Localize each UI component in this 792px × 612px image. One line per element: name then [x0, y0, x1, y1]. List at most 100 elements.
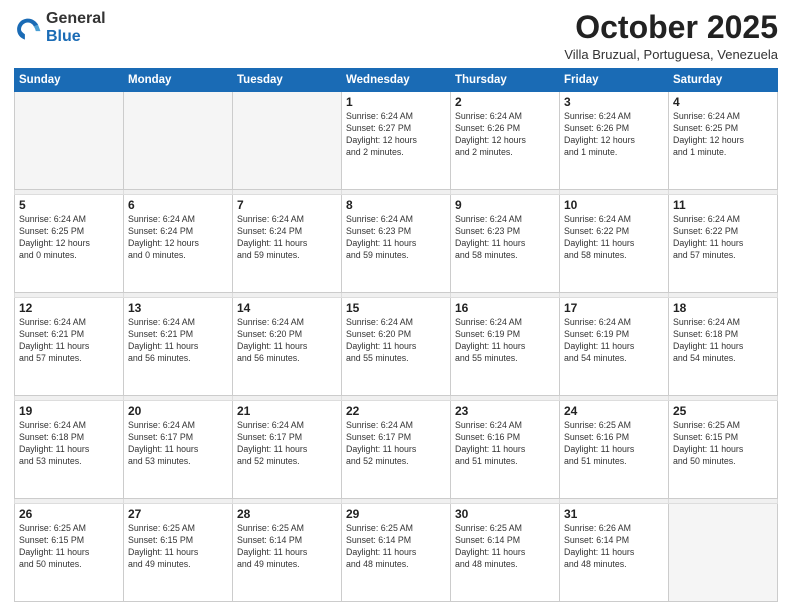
day-number: 19	[19, 404, 119, 418]
calendar-week-row: 12Sunrise: 6:24 AM Sunset: 6:21 PM Dayli…	[15, 298, 778, 396]
calendar-day-cell: 3 Sunrise: 6:24 AM Sunset: 6:26 PM Daylig…	[560, 92, 669, 190]
day-number: 7	[237, 198, 337, 212]
logo-icon	[14, 14, 42, 42]
day-info: Sunrise: 6:24 AM Sunset: 6:17 PM Dayligh…	[346, 420, 446, 468]
day-number: 4	[673, 95, 773, 109]
calendar-day-cell: 27 Sunrise: 6:25 AM Sunset: 6:15 PM Dayli…	[124, 503, 233, 601]
day-number: 14	[237, 301, 337, 315]
day-info: Sunrise: 6:26 AM Sunset: 6:14 PM Dayligh…	[564, 523, 664, 571]
header-friday: Friday	[560, 69, 669, 92]
day-number: 21	[237, 404, 337, 418]
calendar-day-cell	[669, 503, 778, 601]
calendar-day-cell: 15 Sunrise: 6:24 AM Sunset: 6:20 PM Dayli…	[342, 298, 451, 396]
day-info: Sunrise: 6:25 AM Sunset: 6:15 PM Dayligh…	[673, 420, 773, 468]
day-number: 16	[455, 301, 555, 315]
calendar-day-cell: 5Sunrise: 6:24 AM Sunset: 6:25 PM Daylig…	[15, 195, 124, 293]
logo-text: General Blue	[46, 10, 106, 45]
day-number: 1	[346, 95, 446, 109]
day-number: 8	[346, 198, 446, 212]
header-right: October 2025 Villa Bruzual, Portuguesa, …	[564, 10, 778, 62]
day-info: Sunrise: 6:24 AM Sunset: 6:23 PM Dayligh…	[346, 214, 446, 262]
header: General Blue October 2025 Villa Bruzual,…	[14, 10, 778, 62]
calendar-day-cell: 26Sunrise: 6:25 AM Sunset: 6:15 PM Dayli…	[15, 503, 124, 601]
calendar-day-cell: 13Sunrise: 6:24 AM Sunset: 6:21 PM Dayli…	[124, 298, 233, 396]
day-info: Sunrise: 6:24 AM Sunset: 6:19 PM Dayligh…	[564, 317, 664, 365]
month-title: October 2025	[564, 10, 778, 45]
calendar-day-cell: 18 Sunrise: 6:24 AM Sunset: 6:18 PM Dayli…	[669, 298, 778, 396]
calendar-day-cell: 24Sunrise: 6:25 AM Sunset: 6:16 PM Dayli…	[560, 400, 669, 498]
day-number: 28	[237, 507, 337, 521]
day-info: Sunrise: 6:24 AM Sunset: 6:23 PM Dayligh…	[455, 214, 555, 262]
calendar-day-cell: 11 Sunrise: 6:24 AM Sunset: 6:22 PM Dayli…	[669, 195, 778, 293]
day-info: Sunrise: 6:24 AM Sunset: 6:16 PM Dayligh…	[455, 420, 555, 468]
calendar-day-cell: 16 Sunrise: 6:24 AM Sunset: 6:19 PM Dayli…	[451, 298, 560, 396]
calendar-day-cell: 19 Sunrise: 6:24 AM Sunset: 6:18 PM Dayli…	[15, 400, 124, 498]
calendar-day-cell: 4 Sunrise: 6:24 AM Sunset: 6:25 PM Daylig…	[669, 92, 778, 190]
day-number: 30	[455, 507, 555, 521]
logo: General Blue	[14, 10, 106, 45]
day-number: 24	[564, 404, 664, 418]
day-info: Sunrise: 6:24 AM Sunset: 6:18 PM Dayligh…	[673, 317, 773, 365]
day-info: Sunrise: 6:25 AM Sunset: 6:15 PM Dayligh…	[128, 523, 228, 571]
day-info: Sunrise: 6:24 AM Sunset: 6:24 PM Dayligh…	[237, 214, 337, 262]
day-number: 11	[673, 198, 773, 212]
calendar-week-row: 19 Sunrise: 6:24 AM Sunset: 6:18 PM Dayli…	[15, 400, 778, 498]
day-info: Sunrise: 6:24 AM Sunset: 6:25 PM Dayligh…	[673, 111, 773, 159]
day-number: 10	[564, 198, 664, 212]
day-info: Sunrise: 6:24 AM Sunset: 6:26 PM Dayligh…	[564, 111, 664, 159]
header-tuesday: Tuesday	[233, 69, 342, 92]
day-info: Sunrise: 6:24 AM Sunset: 6:19 PM Dayligh…	[455, 317, 555, 365]
weekday-header-row: Sunday Monday Tuesday Wednesday Thursday…	[15, 69, 778, 92]
day-number: 12	[19, 301, 119, 315]
calendar-day-cell	[233, 92, 342, 190]
day-info: Sunrise: 6:24 AM Sunset: 6:17 PM Dayligh…	[237, 420, 337, 468]
calendar-day-cell: 1 Sunrise: 6:24 AM Sunset: 6:27 PM Daylig…	[342, 92, 451, 190]
day-info: Sunrise: 6:24 AM Sunset: 6:22 PM Dayligh…	[564, 214, 664, 262]
day-number: 26	[19, 507, 119, 521]
day-number: 15	[346, 301, 446, 315]
calendar-day-cell: 28 Sunrise: 6:25 AM Sunset: 6:14 PM Dayli…	[233, 503, 342, 601]
day-number: 18	[673, 301, 773, 315]
day-info: Sunrise: 6:24 AM Sunset: 6:24 PM Dayligh…	[128, 214, 228, 262]
day-number: 22	[346, 404, 446, 418]
calendar-day-cell: 8 Sunrise: 6:24 AM Sunset: 6:23 PM Daylig…	[342, 195, 451, 293]
page: General Blue October 2025 Villa Bruzual,…	[0, 0, 792, 612]
day-info: Sunrise: 6:24 AM Sunset: 6:26 PM Dayligh…	[455, 111, 555, 159]
day-number: 17	[564, 301, 664, 315]
logo-general: General	[46, 10, 106, 27]
calendar-week-row: 26 Sunrise: 6:25 AM Sunset: 6:15 PM Dayli…	[15, 503, 778, 601]
calendar-day-cell: 20 Sunrise: 6:24 AM Sunset: 6:17 PM Dayli…	[124, 400, 233, 498]
header-sunday: Sunday	[15, 69, 124, 92]
day-info: Sunrise: 6:24 AM Sunset: 6:18 PM Dayligh…	[19, 420, 119, 468]
day-number: 27	[128, 507, 228, 521]
day-info: Sunrise: 6:24 AM Sunset: 6:17 PM Dayligh…	[128, 420, 228, 468]
calendar-day-cell	[124, 92, 233, 190]
day-number: 3	[564, 95, 664, 109]
calendar-day-cell: 2 Sunrise: 6:24 AM Sunset: 6:26 PM Daylig…	[451, 92, 560, 190]
day-info: Sunrise: 6:25 AM Sunset: 6:14 PM Dayligh…	[237, 523, 337, 571]
calendar-day-cell: 12Sunrise: 6:24 AM Sunset: 6:21 PM Dayli…	[15, 298, 124, 396]
calendar-day-cell: 10 Sunrise: 6:24 AM Sunset: 6:22 PM Dayli…	[560, 195, 669, 293]
day-number: 29	[346, 507, 446, 521]
day-info: Sunrise: 6:24 AM Sunset: 6:22 PM Dayligh…	[673, 214, 773, 262]
calendar-day-cell: 7 Sunrise: 6:24 AM Sunset: 6:24 PM Daylig…	[233, 195, 342, 293]
day-number: 20	[128, 404, 228, 418]
day-info: Sunrise: 6:24 AM Sunset: 6:20 PM Dayligh…	[237, 317, 337, 365]
location: Villa Bruzual, Portuguesa, Venezuela	[564, 47, 778, 62]
calendar-day-cell: 21 Sunrise: 6:24 AM Sunset: 6:17 PM Dayli…	[233, 400, 342, 498]
calendar-day-cell: 25Sunrise: 6:25 AM Sunset: 6:15 PM Dayli…	[669, 400, 778, 498]
calendar-day-cell	[15, 92, 124, 190]
day-info: Sunrise: 6:25 AM Sunset: 6:14 PM Dayligh…	[346, 523, 446, 571]
calendar-day-cell: 22 Sunrise: 6:24 AM Sunset: 6:17 PM Dayli…	[342, 400, 451, 498]
day-number: 2	[455, 95, 555, 109]
calendar-day-cell: 6 Sunrise: 6:24 AM Sunset: 6:24 PM Daylig…	[124, 195, 233, 293]
calendar-day-cell: 31Sunrise: 6:26 AM Sunset: 6:14 PM Dayli…	[560, 503, 669, 601]
day-info: Sunrise: 6:24 AM Sunset: 6:27 PM Dayligh…	[346, 111, 446, 159]
header-thursday: Thursday	[451, 69, 560, 92]
day-info: Sunrise: 6:25 AM Sunset: 6:14 PM Dayligh…	[455, 523, 555, 571]
day-info: Sunrise: 6:24 AM Sunset: 6:20 PM Dayligh…	[346, 317, 446, 365]
calendar-table: Sunday Monday Tuesday Wednesday Thursday…	[14, 68, 778, 602]
calendar-week-row: 5Sunrise: 6:24 AM Sunset: 6:25 PM Daylig…	[15, 195, 778, 293]
day-number: 6	[128, 198, 228, 212]
day-number: 13	[128, 301, 228, 315]
